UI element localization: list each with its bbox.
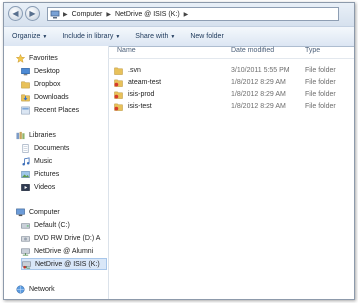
file-name: isis-prod [128,91,155,98]
breadcrumb-separator-icon[interactable]: ▶ [61,11,70,18]
hard-drive-icon [21,223,30,229]
new-folder-button[interactable]: New folder [182,33,230,40]
nav-libraries[interactable]: Libraries [16,130,56,141]
nav-label: Dropbox [34,81,61,88]
file-name: ateam-test [128,79,162,86]
explorer-window: ◀ ▶ ▶ Computer ▶ NetDrive @ ISIS (K:) ▶ … [3,2,355,300]
new-folder-label: New folder [190,33,224,40]
nav-dropbox[interactable]: Dropbox [21,79,60,90]
address-bar[interactable]: ▶ Computer ▶ NetDrive @ ISIS (K:) ▶ [47,7,339,21]
file-list-pane: Name Date modified Type .svn 3/10/2011 5… [108,46,354,299]
dropbox-folder-icon [21,81,30,89]
nav-netdrive-isis[interactable]: NetDrive @ ISIS (K:) [21,258,107,270]
nav-label: Music [34,158,53,165]
libraries-icon [16,131,25,140]
command-bar: Organize ▼ Include in library ▼ Share with… [4,26,354,47]
breadcrumb-computer[interactable]: Computer [70,11,105,18]
nav-label: Pictures [34,171,60,178]
nav-label: Downloads [34,94,69,101]
star-icon [16,54,25,63]
dropdown-caret-icon: ▼ [170,34,176,40]
nav-label: DVD RW Drive (D:) A [34,235,101,242]
back-arrow-icon: ◀ [12,9,19,18]
breadcrumb-drive[interactable]: NetDrive @ ISIS (K:) [113,11,182,18]
nav-label: Network [29,286,55,293]
organize-label: Organize [12,33,41,40]
file-type: File folder [305,103,336,110]
nav-drive-c[interactable]: Default (C:) [21,220,70,231]
documents-icon [22,144,29,153]
navigation-pane: Favorites Desktop Dropbox Downloads Rece… [4,46,109,299]
nav-label: NetDrive @ Alumni [34,248,94,255]
dropdown-caret-icon: ▼ [115,34,121,40]
file-date: 1/8/2012 8:29 AM [231,79,286,86]
column-header-name[interactable]: Name [117,47,136,54]
share-label: Share with [135,33,169,40]
nav-videos[interactable]: Videos [21,182,55,193]
nav-netdrive-alumni[interactable]: NetDrive @ Alumni [21,246,93,257]
file-date: 1/8/2012 8:29 AM [231,103,286,110]
nav-documents[interactable]: Documents [21,143,69,154]
include-in-library-button[interactable]: Include in library ▼ [54,33,127,40]
nav-label: Favorites [29,55,58,62]
computer-icon [50,10,60,18]
file-row[interactable]: .svn 3/10/2011 5:55 PM File folder [108,65,354,77]
pictures-icon [21,171,30,178]
file-type: File folder [305,67,336,74]
nav-computer[interactable]: Computer [16,207,60,218]
file-row[interactable]: isis-test 1/8/2012 8:29 AM File folder [108,101,354,113]
network-drive-icon [22,261,31,269]
nav-label: Documents [34,145,70,152]
nav-recent-places[interactable]: Recent Places [21,105,79,116]
svn-folder-icon [114,91,123,99]
file-name: .svn [128,67,141,74]
breadcrumb-separator-icon[interactable]: ▶ [104,11,113,18]
nav-label: Videos [34,184,56,191]
nav-label: NetDrive @ ISIS (K:) [35,260,100,268]
computer-icon [16,208,25,217]
share-with-button[interactable]: Share with ▼ [127,33,182,40]
nav-favorites[interactable]: Favorites [16,53,58,64]
svn-folder-icon [114,103,123,111]
nav-label: Recent Places [34,107,80,114]
nav-desktop[interactable]: Desktop [21,66,60,77]
nav-downloads[interactable]: Downloads [21,92,69,103]
nav-label: Libraries [29,132,56,139]
nav-music[interactable]: Music [21,156,52,167]
downloads-icon [21,94,30,102]
back-button[interactable]: ◀ [8,6,23,21]
nav-pictures[interactable]: Pictures [21,169,59,180]
column-header-date[interactable]: Date modified [231,47,274,54]
nav-label: Desktop [34,68,60,75]
include-label: Include in library [62,33,114,40]
nav-drive-d[interactable]: DVD RW Drive (D:) A [21,233,100,244]
file-type: File folder [305,79,336,86]
forward-arrow-icon: ▶ [29,9,36,18]
breadcrumb-separator-icon[interactable]: ▶ [182,11,191,18]
nav-network[interactable]: Network [16,284,55,295]
file-row[interactable]: ateam-test 1/8/2012 8:29 AM File folder [108,77,354,89]
dvd-drive-icon [21,236,30,242]
organize-button[interactable]: Organize ▼ [4,33,54,40]
network-icon [16,285,25,294]
dropdown-caret-icon: ▼ [42,34,48,40]
file-type: File folder [305,91,336,98]
file-date: 1/8/2012 8:29 AM [231,91,286,98]
address-row: ◀ ▶ ▶ Computer ▶ NetDrive @ ISIS (K:) ▶ [4,3,354,26]
nav-label: Computer [29,209,60,216]
folder-icon [114,67,123,75]
forward-button[interactable]: ▶ [25,6,40,21]
svn-folder-icon [114,79,123,87]
file-row[interactable]: isis-prod 1/8/2012 8:29 AM File folder [108,89,354,101]
column-header-row: Name Date modified Type [108,46,354,59]
videos-icon [21,184,30,191]
column-header-type[interactable]: Type [305,47,320,54]
network-drive-icon [21,248,30,256]
desktop-icon [21,68,30,76]
nav-label: Default (C:) [34,222,70,229]
file-name: isis-test [128,103,152,110]
file-date: 3/10/2011 5:55 PM [231,67,290,74]
recent-places-icon [21,106,30,115]
music-icon [22,157,30,166]
